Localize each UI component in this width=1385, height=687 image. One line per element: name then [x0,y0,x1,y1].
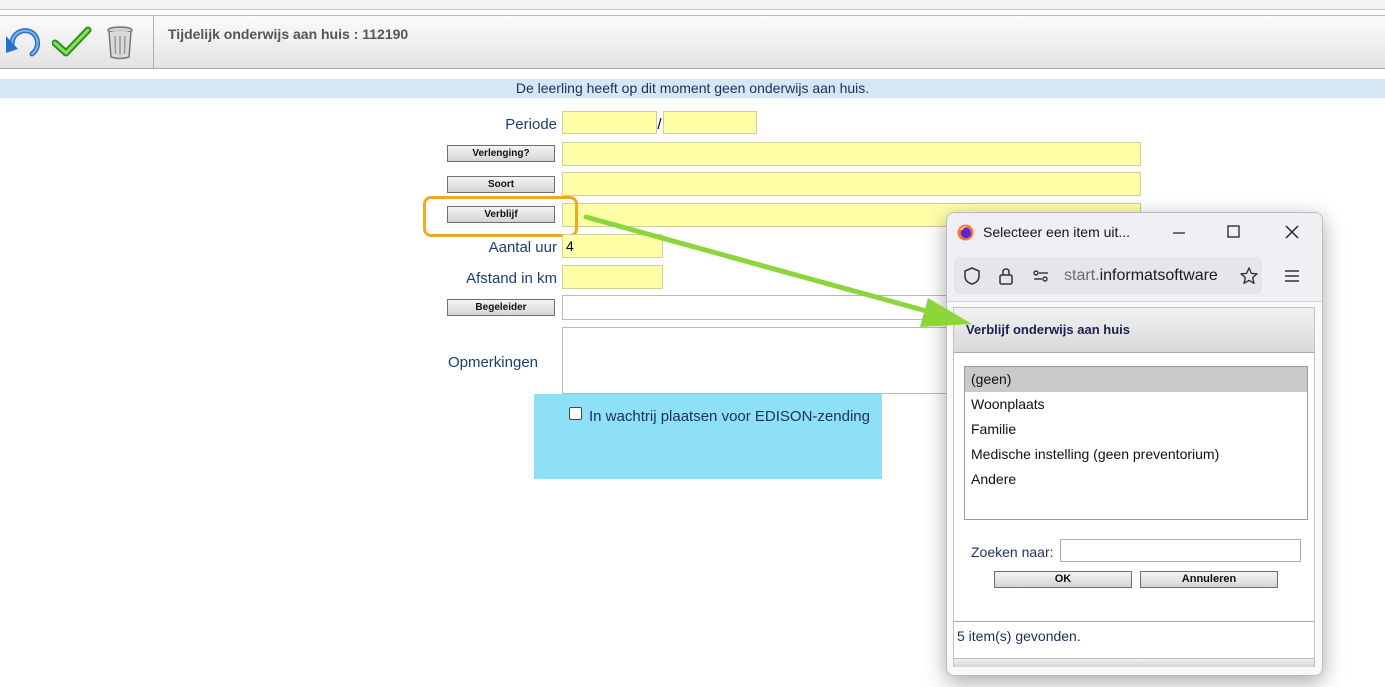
periode-end-input[interactable] [663,111,757,134]
url-field[interactable]: start.informatsoftware [954,257,1262,294]
aantal-uur-label: Aantal uur [488,239,557,256]
info-message: De leerling heeft op dit moment geen ond… [0,79,1385,98]
status-text: 5 item(s) gevonden. [957,628,1081,644]
list-item-1[interactable]: Woonplaats [965,392,1307,417]
edison-panel: In wachtrij plaatsen voor EDISON-zending [534,394,882,479]
url-prefix: start. [1064,267,1100,284]
soort-field[interactable] [562,172,1141,196]
popup-urlbar: start.informatsoftware [947,251,1322,302]
periode-start-input[interactable] [562,111,657,134]
opmerkingen-label: Opmerkingen [447,354,538,371]
cancel-button[interactable]: Annuleren [1140,571,1278,588]
popup-window-title: Selecteer een item uit... [983,224,1131,240]
popup-bottom-bar [954,658,1314,667]
begeleider-button[interactable]: Begeleider [447,299,555,316]
aantal-uur-input[interactable] [562,234,663,258]
undo-icon[interactable] [4,22,44,62]
afstand-input[interactable] [562,265,663,289]
ok-button[interactable]: OK [994,571,1132,588]
item-listbox[interactable]: (geen) Woonplaats Familie Medische inste… [964,366,1308,520]
afstand-label: Afstand in km [466,270,557,287]
soort-button[interactable]: Soort [447,176,555,193]
url-text[interactable]: start.informatsoftware [1064,267,1234,285]
firefox-icon [957,224,974,241]
minimize-icon[interactable] [1166,219,1192,245]
close-icon[interactable] [1279,219,1305,245]
search-label: Zoeken naar: [971,544,1054,560]
search-input[interactable] [1060,539,1301,562]
popup-header: Verblijf onderwijs aan huis [954,308,1314,353]
edison-checkbox[interactable] [569,407,582,420]
permissions-icon[interactable] [1031,266,1051,291]
list-item-0[interactable]: (geen) [965,367,1307,392]
toolbar-separator [153,16,154,68]
list-item-3[interactable]: Medische instelling (geen preventorium) [965,442,1307,467]
verlenging-button[interactable]: Verlenging? [447,145,555,162]
edison-checkbox-label[interactable]: In wachtrij plaatsen voor EDISON-zending [589,408,870,425]
verblijf-highlight [423,196,578,237]
toolbar: Tijdelijk onderwijs aan huis : 112190 [0,15,1385,69]
url-host: informatsoftware [1099,267,1218,284]
verlenging-field[interactable] [562,142,1141,166]
star-bookmark-icon[interactable] [1239,266,1259,291]
footer-divider [954,621,1314,622]
maximize-icon[interactable] [1220,219,1246,245]
list-item-4[interactable]: Andere [965,467,1307,492]
select-item-popup: Selecteer een item uit... start.informat… [946,212,1323,676]
menu-hamburger-icon[interactable] [1282,266,1302,291]
popup-content: Verblijf onderwijs aan huis (geen) Woonp… [953,307,1315,667]
list-item-2[interactable]: Familie [965,417,1307,442]
opmerkingen-textarea[interactable] [562,327,962,394]
begeleider-field[interactable] [562,295,962,320]
top-strip [0,0,1385,10]
lock-icon[interactable] [996,266,1016,291]
popup-titlebar[interactable]: Selecteer een item uit... [947,213,1322,251]
trash-icon[interactable] [100,22,140,62]
shield-icon[interactable] [962,266,982,291]
page-title: Tijdelijk onderwijs aan huis : 112190 [168,26,409,42]
periode-label: Periode [505,116,557,133]
confirm-check-icon[interactable] [51,22,92,62]
